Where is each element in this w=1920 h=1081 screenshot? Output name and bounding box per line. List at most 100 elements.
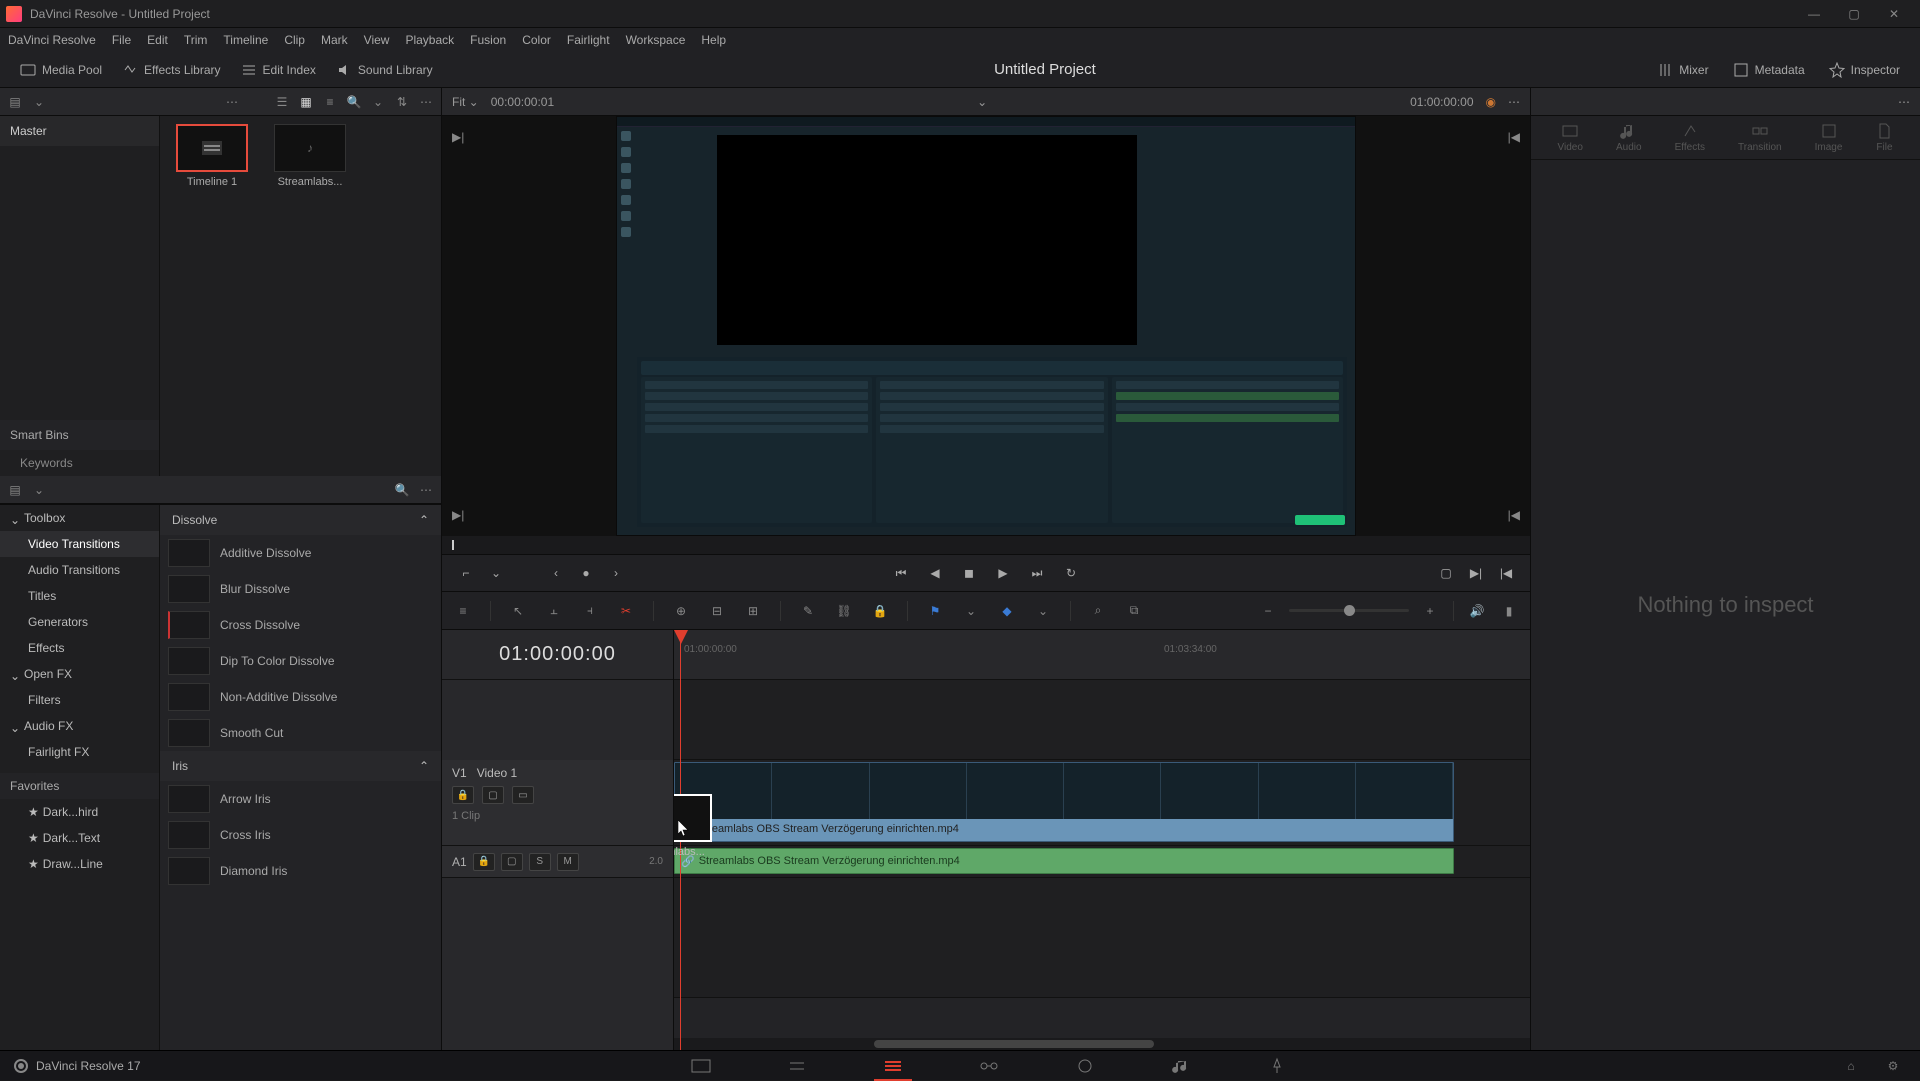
media-pool[interactable]: Timeline 1 ♪ Streamlabs... — [160, 116, 441, 476]
transition-item[interactable]: Cross Dissolve — [160, 607, 441, 643]
loop-button[interactable]: ↻ — [1061, 563, 1081, 583]
more-icon[interactable]: ⋯ — [1898, 95, 1910, 109]
timeline-body[interactable]: 01:00:00:00 01:03:34:00 🔗 Streamlabs OBS… — [674, 630, 1530, 1050]
media-page[interactable] — [688, 1055, 714, 1077]
play-button[interactable]: ▶ — [993, 563, 1013, 583]
mixer-toggle[interactable]: Mixer — [1647, 58, 1718, 82]
dissolve-group[interactable]: Dissolve⌃ — [160, 505, 441, 535]
chevron-down-icon[interactable]: ⌄ — [486, 563, 506, 583]
meter-icon[interactable]: ▮ — [1498, 600, 1520, 622]
media-pool-toggle[interactable]: Media Pool — [10, 58, 112, 82]
trim-tool[interactable]: ⫠ — [543, 600, 565, 622]
audio-transitions-node[interactable]: Audio Transitions — [0, 557, 159, 583]
track-lock-icon[interactable]: 🔒 — [473, 853, 495, 871]
overwrite-icon[interactable]: ⊟ — [706, 600, 728, 622]
next-edit-icon[interactable]: |◀ — [1508, 508, 1520, 522]
list-view-icon[interactable]: ☰ — [273, 93, 291, 111]
zoom-slider[interactable] — [1289, 609, 1409, 612]
close-button[interactable]: ✕ — [1874, 4, 1914, 24]
mark-icon[interactable]: ✎ — [797, 600, 819, 622]
step-fwd-icon[interactable]: |◀ — [1496, 563, 1516, 583]
maximize-button[interactable]: ▢ — [1834, 4, 1874, 24]
favorites-header[interactable]: Favorites — [0, 773, 159, 799]
menu-item[interactable]: Mark — [321, 33, 348, 47]
titles-node[interactable]: Titles — [0, 583, 159, 609]
generators-node[interactable]: Generators — [0, 609, 159, 635]
menu-item[interactable]: Trim — [184, 33, 208, 47]
audio-clip[interactable]: 🔗Streamlabs OBS Stream Verzögerung einri… — [674, 848, 1454, 874]
sound-library-toggle[interactable]: Sound Library — [326, 58, 443, 82]
sort-icon[interactable]: ⇅ — [393, 93, 411, 111]
effects-library-toggle[interactable]: Effects Library — [112, 58, 230, 82]
more-icon[interactable]: ⋯ — [1508, 95, 1520, 109]
filters-node[interactable]: Filters — [0, 687, 159, 713]
mark-in-icon[interactable]: ⌐ — [456, 563, 476, 583]
audiofx-node[interactable]: ⌄Audio FX — [0, 713, 159, 739]
deliver-page[interactable] — [1264, 1055, 1290, 1077]
favorite-item[interactable]: ★ Dark...Text — [0, 825, 159, 851]
dynamic-trim-tool[interactable]: ⫞ — [579, 600, 601, 622]
edit-index-toggle[interactable]: Edit Index — [231, 58, 326, 82]
solo-button[interactable]: S — [529, 853, 551, 871]
timeline-timecode[interactable]: 01:00:00:00 — [442, 630, 673, 680]
stop-button[interactable]: ◼ — [959, 563, 979, 583]
playhead[interactable] — [674, 630, 688, 644]
replace-icon[interactable]: ⊞ — [742, 600, 764, 622]
menu-item[interactable]: File — [112, 33, 131, 47]
step-back-icon[interactable]: ▶| — [1466, 563, 1486, 583]
menu-item[interactable]: Fairlight — [567, 33, 610, 47]
metadata-toggle[interactable]: Metadata — [1723, 58, 1815, 82]
menu-item[interactable]: Clip — [284, 33, 305, 47]
menu-item[interactable]: Help — [701, 33, 726, 47]
video-track-header[interactable]: V1Video 1 🔒 ▢ ▭ 1 Clip — [442, 760, 673, 846]
fairlight-page[interactable] — [1168, 1055, 1194, 1077]
horizontal-scrollbar[interactable] — [674, 1038, 1530, 1050]
color-page[interactable] — [1072, 1055, 1098, 1077]
marker-icon[interactable]: ◆ — [996, 600, 1018, 622]
iris-group[interactable]: Iris⌃ — [160, 751, 441, 781]
insert-icon[interactable]: ⊕ — [670, 600, 692, 622]
cut-page[interactable] — [784, 1055, 810, 1077]
zoom-out-icon[interactable]: − — [1257, 600, 1279, 622]
edit-page[interactable] — [880, 1055, 906, 1077]
lock-icon[interactable]: 🔒 — [869, 600, 891, 622]
pool-item-clip[interactable]: ♪ Streamlabs... — [266, 124, 354, 188]
minimize-button[interactable]: — — [1794, 4, 1834, 24]
blade-tool[interactable]: ✂ — [615, 600, 637, 622]
zoom-in-icon[interactable]: + — [1419, 600, 1441, 622]
transition-item[interactable]: Smooth Cut — [160, 715, 441, 751]
video-clip[interactable]: 🔗 Streamlabs OBS Stream Verzögerung einr… — [674, 762, 1454, 842]
toolbox-node[interactable]: ⌄Toolbox — [0, 505, 159, 531]
transition-item[interactable]: Non-Additive Dissolve — [160, 679, 441, 715]
transition-item[interactable]: Arrow Iris — [160, 781, 441, 817]
chevron-down-icon[interactable]: ⌄ — [30, 93, 48, 111]
snap-icon[interactable]: ⌕ — [1087, 600, 1109, 622]
search-icon[interactable]: 🔍 — [345, 93, 363, 111]
dot-icon[interactable]: ● — [576, 563, 596, 583]
dots-icon[interactable]: ⋯ — [223, 93, 241, 111]
inspector-tab-video[interactable]: Video — [1558, 122, 1583, 153]
home-icon[interactable]: ⌂ — [1838, 1055, 1864, 1077]
bin-view-icon[interactable]: ▤ — [6, 93, 24, 111]
chevron-down-icon[interactable]: ⌄ — [30, 481, 48, 499]
thumb-view-icon[interactable]: ▦ — [297, 93, 315, 111]
bypass-icon[interactable]: ◉ — [1486, 95, 1496, 109]
audio-track-header[interactable]: A1 🔒 ▢ S M 2.0 — [442, 846, 673, 878]
audio-icon[interactable]: 🔊 — [1466, 600, 1488, 622]
master-bin[interactable]: Master — [0, 116, 159, 146]
audio-lane[interactable]: 🔗Streamlabs OBS Stream Verzögerung einri… — [674, 846, 1530, 878]
viewer[interactable]: ▶| |◀ ▶| |◀ — [442, 116, 1530, 536]
next-clip-icon[interactable]: |◀ — [1508, 130, 1520, 144]
chevron-down-icon[interactable]: ⌄ — [960, 600, 982, 622]
prev-edit-icon[interactable]: ▶| — [452, 508, 464, 522]
auto-select-icon[interactable]: ▢ — [482, 786, 504, 804]
play-reverse-button[interactable]: ◀ — [925, 563, 945, 583]
settings-icon[interactable]: ⚙ — [1880, 1055, 1906, 1077]
first-frame-button[interactable]: ⏮ — [891, 563, 911, 583]
menu-item[interactable]: Edit — [147, 33, 168, 47]
menu-item[interactable]: View — [364, 33, 390, 47]
fit-dropdown[interactable]: Fit ⌄ — [452, 95, 479, 109]
menu-item[interactable]: Timeline — [223, 33, 268, 47]
viewer-scrubber[interactable] — [442, 536, 1530, 554]
fairlightfx-node[interactable]: Fairlight FX — [0, 739, 159, 765]
